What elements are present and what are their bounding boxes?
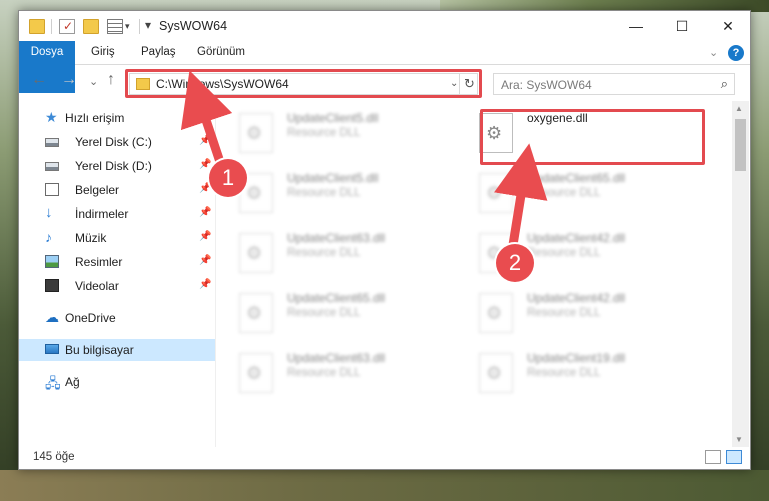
annotation-arrows: [180, 70, 548, 246]
arrow-2: [494, 143, 548, 246]
arrow-1: [180, 70, 233, 170]
step-marker-1: 1: [209, 159, 247, 197]
step-marker-2: 2: [496, 244, 534, 282]
